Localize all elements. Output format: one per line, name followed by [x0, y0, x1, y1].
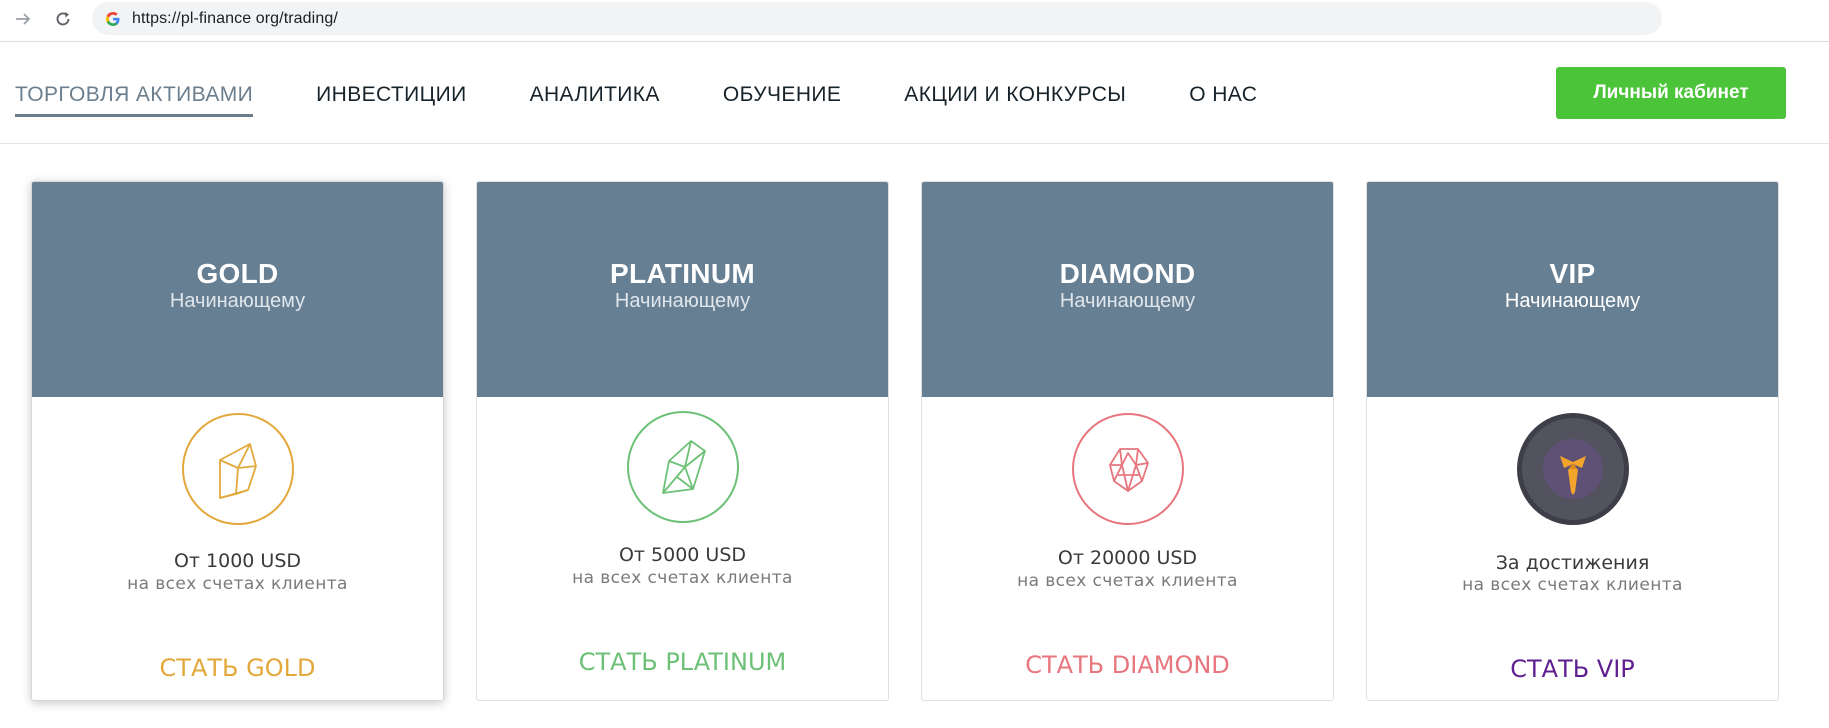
- forward-arrow-icon[interactable]: [10, 6, 36, 32]
- become-diamond-link[interactable]: СТАТЬ DIAMOND: [922, 651, 1333, 679]
- card-header: VIP Начинающему: [1367, 182, 1778, 397]
- card-title: VIP: [1549, 258, 1596, 289]
- card-title: PLATINUM: [610, 258, 755, 289]
- diamond-icon: [1071, 413, 1184, 525]
- card-header: GOLD Начинающему: [32, 182, 443, 397]
- main-menu: ТОРГОВЛЯ АКТИВАМИ ИНВЕСТИЦИИ АНАЛИТИКА О…: [15, 83, 1320, 117]
- plan-card-diamond: DIAMOND Начинающему От 20000 USD на всех…: [921, 181, 1334, 701]
- plan-card-gold: GOLD Начинающему От 1000 USD на всех сче…: [31, 181, 444, 701]
- browser-toolbar: https://pl-finance org/trading/: [0, 0, 1829, 42]
- become-platinum-link[interactable]: СТАТЬ PLATINUM: [477, 648, 888, 676]
- tie-icon: [1516, 413, 1629, 525]
- card-subtitle: Начинающему: [614, 290, 751, 312]
- menu-item-promotions[interactable]: АКЦИИ И КОНКУРСЫ: [904, 83, 1126, 111]
- card-price: От 5000 USD: [618, 544, 747, 566]
- card-subtitle: Начинающему: [1059, 290, 1196, 312]
- card-price: От 20000 USD: [1057, 547, 1198, 569]
- gold-crystal-icon: [181, 413, 294, 525]
- card-subtitle: Начинающему: [169, 290, 306, 312]
- address-bar[interactable]: https://pl-finance org/trading/: [92, 2, 1662, 35]
- card-note: на всех счетах клиента: [1462, 575, 1683, 595]
- menu-item-trading[interactable]: ТОРГОВЛЯ АКТИВАМИ: [15, 83, 254, 117]
- card-note: на всех счетах клиента: [1017, 571, 1238, 591]
- card-subtitle: Начинающему: [1504, 290, 1641, 312]
- platinum-crystal-icon: [626, 411, 739, 523]
- card-price: От 1000 USD: [173, 550, 302, 572]
- card-header: DIAMOND Начинающему: [922, 182, 1333, 397]
- google-icon: [104, 10, 122, 28]
- url-text[interactable]: https://pl-finance org/trading/: [132, 10, 338, 28]
- card-title: GOLD: [196, 258, 279, 289]
- reload-icon[interactable]: [50, 6, 76, 32]
- become-vip-link[interactable]: СТАТЬ VIP: [1367, 655, 1778, 683]
- menu-item-education[interactable]: ОБУЧЕНИЕ: [723, 83, 841, 111]
- plan-card-platinum: PLATINUM Начинающему От 5000 USD на всех…: [476, 181, 889, 701]
- card-note: на всех счетах клиента: [572, 568, 793, 588]
- card-title: DIAMOND: [1059, 258, 1196, 289]
- menu-item-about[interactable]: О НАС: [1189, 83, 1257, 111]
- plan-card-vip: VIP Начинающему За достижения на всех сч…: [1366, 181, 1779, 701]
- site-header: ТОРГОВЛЯ АКТИВАМИ ИНВЕСТИЦИИ АНАЛИТИКА О…: [0, 43, 1829, 144]
- card-note: на всех счетах клиента: [127, 574, 348, 594]
- personal-cabinet-button[interactable]: Личный кабинет: [1556, 67, 1786, 119]
- menu-item-analytics[interactable]: АНАЛИТИКА: [530, 83, 660, 111]
- menu-item-investments[interactable]: ИНВЕСТИЦИИ: [316, 83, 466, 111]
- card-header: PLATINUM Начинающему: [477, 182, 888, 397]
- become-gold-link[interactable]: СТАТЬ GOLD: [32, 654, 443, 682]
- card-price: За достижения: [1495, 552, 1650, 574]
